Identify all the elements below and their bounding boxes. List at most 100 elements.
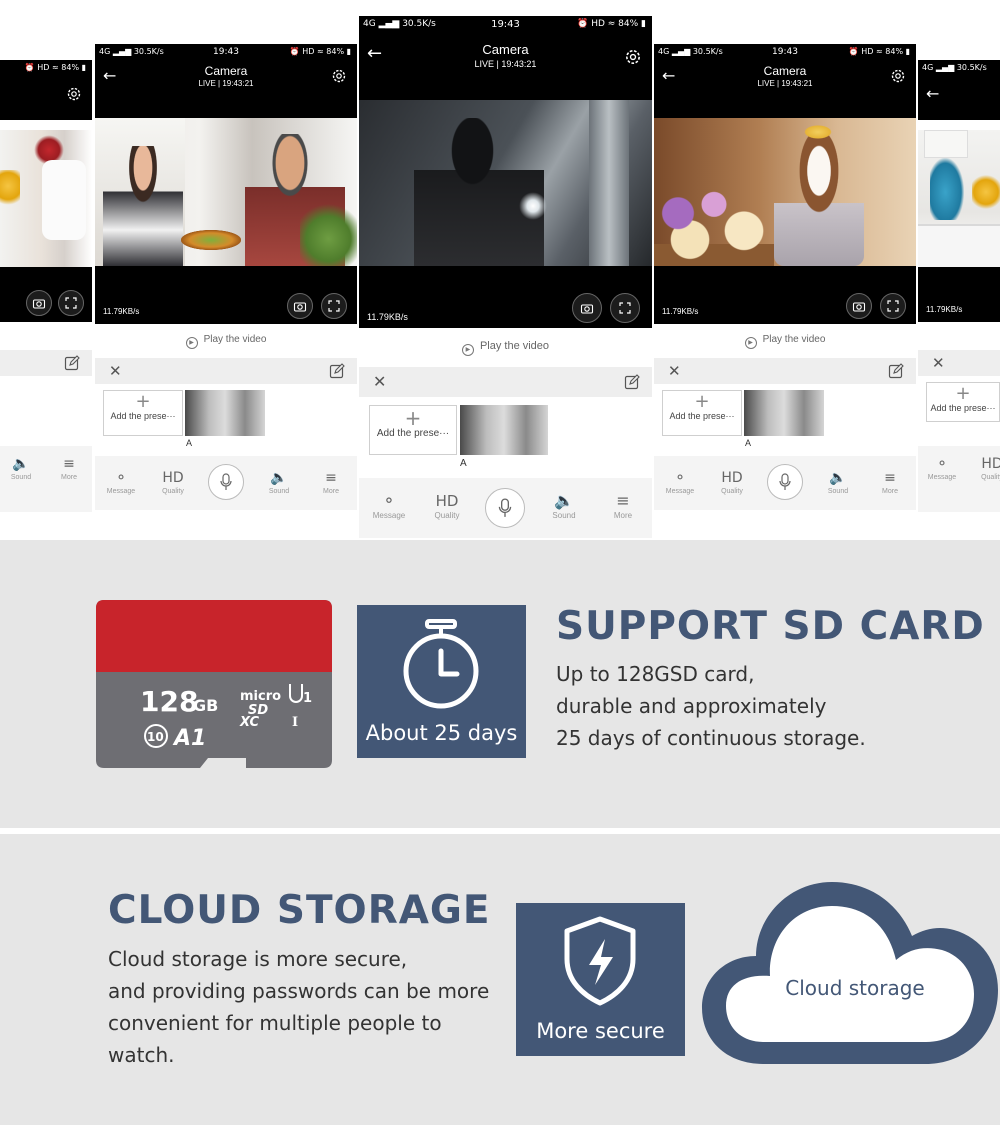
bottom-quality[interactable]: HDQuality xyxy=(974,456,1000,481)
sd-heading: SUPPORT SD CARD xyxy=(556,604,985,649)
fullscreen-button[interactable] xyxy=(880,293,906,319)
hd-icon: HD xyxy=(721,470,743,486)
video-feed-puppy[interactable] xyxy=(654,118,916,266)
play-video-link[interactable]: ▶ Play the video xyxy=(654,334,916,349)
settings-gear-icon[interactable] xyxy=(890,68,906,84)
sd-description: Up to 128GSD card, durable and approxima… xyxy=(556,658,866,754)
woman-figure-shape xyxy=(103,146,183,266)
play-video-link[interactable]: ▶ Play the video xyxy=(95,334,357,349)
card-brand-micro: micro xyxy=(240,689,281,704)
preset-label: A xyxy=(745,438,752,448)
edit-icon[interactable] xyxy=(64,355,80,371)
sound-muted-icon: 🔈 xyxy=(12,456,30,472)
phone-showcase: ⏰ HD ≈ 84% ▮ 🔈 Sound ≡ More 4G ▂▄▆ 30.5K/s… xyxy=(0,0,1000,540)
bow-shape xyxy=(802,124,834,140)
bitrate-readout: 11.79KB/s xyxy=(367,312,408,322)
close-icon[interactable]: ✕ xyxy=(373,372,386,391)
bottom-message[interactable]: ⚬ Message xyxy=(103,470,139,495)
bottom-sound[interactable]: 🔈 Sound xyxy=(6,456,36,481)
video-control-bar: 11.79KB/s xyxy=(918,267,1000,322)
bottom-more[interactable]: ≡ More xyxy=(603,493,643,521)
screen-title: Camera xyxy=(763,64,807,78)
add-preset-button[interactable]: + Add the prese··· xyxy=(103,390,183,436)
preset-label: A xyxy=(460,458,467,469)
close-icon[interactable]: ✕ xyxy=(668,362,681,380)
bottom-quality[interactable]: HDQuality xyxy=(714,470,750,495)
phone-far-left: ⏰ HD ≈ 84% ▮ 🔈 Sound ≡ More xyxy=(0,60,92,512)
cloud-shape-icon xyxy=(702,882,998,1064)
duration-label: About 25 days xyxy=(365,721,518,745)
snapshot-button[interactable] xyxy=(572,293,602,323)
microphone-button[interactable] xyxy=(208,464,244,500)
sd-card-section: 128 GB micro SD XC 1 I 10 A1 About 25 da… xyxy=(0,540,1000,828)
flower-basket-shape xyxy=(654,178,774,266)
snapshot-button[interactable] xyxy=(846,293,872,319)
message-icon: ⚬ xyxy=(115,470,127,486)
close-icon[interactable]: ✕ xyxy=(109,362,122,380)
network-status: 4G ▂▄▆ 30.5K/s xyxy=(922,63,987,72)
hd-icon: HD xyxy=(981,456,1000,472)
bottom-more[interactable]: ≡ More xyxy=(872,470,908,495)
back-arrow-icon[interactable]: ← xyxy=(926,86,939,102)
snapshot-button[interactable] xyxy=(26,290,52,316)
bottom-quality[interactable]: HDQuality xyxy=(155,470,191,495)
preset-thumbnail[interactable] xyxy=(185,390,265,436)
bottom-message[interactable]: ⚬ Message xyxy=(369,493,409,521)
bottom-bar: ⚬ Message HD Quality 🔈 Sound ≡ More xyxy=(95,456,357,510)
bottom-bar: ⚬ Message HD Quality 🔈 Sound ≡ More xyxy=(654,456,916,510)
menu-icon: ≡ xyxy=(884,470,896,486)
fullscreen-button[interactable] xyxy=(610,293,640,323)
card-xc: XC xyxy=(239,715,260,730)
add-preset-button[interactable]: + Add the prese··· xyxy=(369,405,457,455)
bottom-more[interactable]: ≡ More xyxy=(313,470,349,495)
bottom-more[interactable]: ≡ More xyxy=(54,456,84,481)
top-bar xyxy=(0,78,92,120)
camera-icon xyxy=(32,299,46,309)
status-bar: 4G ▂▄▆ 30.5K/s 19:43 ⏰ HD ≈ 84% ▮ xyxy=(359,16,652,36)
card-app-class: A1 xyxy=(172,726,206,751)
bottom-message[interactable]: ⚬ Message xyxy=(662,470,698,495)
preset-toolbar: ✕ xyxy=(918,350,1000,376)
add-preset-button[interactable]: + Add the prese··· xyxy=(662,390,742,436)
phone-right: 4G ▂▄▆ 30.5K/s 19:43 ⏰ HD ≈ 84% ▮ ← Came… xyxy=(654,44,916,510)
card-unit: GB xyxy=(193,696,218,715)
close-icon[interactable]: ✕ xyxy=(932,354,945,372)
cloud-line-3: convenient for multiple people to xyxy=(108,1011,442,1035)
card-class: 10 xyxy=(147,730,164,744)
snapshot-button[interactable] xyxy=(287,293,313,319)
bottom-sound[interactable]: 🔈 Sound xyxy=(261,470,297,495)
video-feed-lamp-room[interactable] xyxy=(918,130,1000,267)
fullscreen-button[interactable] xyxy=(321,293,347,319)
add-preset-button[interactable]: + Add the prese··· xyxy=(926,382,1000,422)
play-video-link[interactable]: ▶ Play the video xyxy=(359,340,652,356)
live-timestamp: LIVE | 19:43:21 xyxy=(474,59,537,69)
video-feed-living-room[interactable] xyxy=(0,130,92,267)
bottom-bar: 🔈 Sound ≡ More xyxy=(0,446,92,512)
preset-thumbnail[interactable] xyxy=(460,405,548,455)
card-capacity: 128 xyxy=(140,685,198,718)
edit-icon[interactable] xyxy=(329,363,345,379)
video-feed-intruder[interactable] xyxy=(359,100,652,266)
hd-icon: HD xyxy=(435,492,459,510)
settings-gear-icon[interactable] xyxy=(66,86,82,102)
camera-icon xyxy=(852,302,866,312)
preset-toolbar xyxy=(0,350,92,376)
microphone-button[interactable] xyxy=(767,464,803,500)
bitrate-readout: 11.79KB/s xyxy=(926,305,963,314)
fullscreen-button[interactable] xyxy=(58,290,84,316)
plus-icon: + xyxy=(694,391,710,412)
replay-icon: ▶ xyxy=(461,344,474,356)
settings-gear-icon[interactable] xyxy=(624,48,642,66)
edit-icon[interactable] xyxy=(888,363,904,379)
bottom-message[interactable]: ⚬ Message xyxy=(924,456,960,481)
microphone-button[interactable] xyxy=(485,488,525,528)
preset-thumbnail[interactable] xyxy=(744,390,824,436)
edit-icon[interactable] xyxy=(624,374,640,390)
bottom-sound[interactable]: 🔈 Sound xyxy=(544,491,584,521)
bottom-sound[interactable]: 🔈 Sound xyxy=(820,470,856,495)
cloud-line-1: Cloud storage is more secure, xyxy=(108,947,408,971)
settings-gear-icon[interactable] xyxy=(331,68,347,84)
sound-muted-icon: 🔈 xyxy=(554,491,574,510)
bottom-quality[interactable]: HDQuality xyxy=(427,493,467,520)
video-feed-elderly-couple[interactable] xyxy=(95,118,357,266)
